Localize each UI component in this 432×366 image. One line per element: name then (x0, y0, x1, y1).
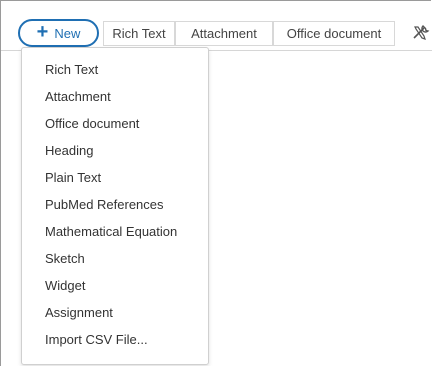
menu-item-mathematical-equation[interactable]: Mathematical Equation (22, 218, 208, 245)
editor-frame: + New Rich Text Attachment Office docume… (0, 0, 432, 366)
tab-attachment[interactable]: Attachment (175, 21, 273, 46)
menu-item-attachment[interactable]: Attachment (22, 83, 208, 110)
menu-item-plain-text[interactable]: Plain Text (22, 164, 208, 191)
menu-item-office-document[interactable]: Office document (22, 110, 208, 137)
menu-item-pubmed-references[interactable]: PubMed References (22, 191, 208, 218)
menu-item-import-csv-file[interactable]: Import CSV File... (22, 326, 208, 353)
toolbar: + New Rich Text Attachment Office docume… (1, 1, 432, 51)
menu-item-sketch[interactable]: Sketch (22, 245, 208, 272)
tab-rich-text[interactable]: Rich Text (103, 21, 175, 46)
menu-item-rich-text[interactable]: Rich Text (22, 56, 208, 83)
menu-item-widget[interactable]: Widget (22, 272, 208, 299)
tools-icon[interactable] (411, 23, 431, 43)
menu-item-assignment[interactable]: Assignment (22, 299, 208, 326)
new-button[interactable]: + New (18, 19, 99, 47)
tab-office-document[interactable]: Office document (273, 21, 395, 46)
menu-item-heading[interactable]: Heading (22, 137, 208, 164)
new-menu-dropdown: Rich Text Attachment Office document Hea… (21, 47, 209, 365)
new-button-label: New (54, 25, 81, 41)
plus-icon: + (36, 21, 49, 43)
